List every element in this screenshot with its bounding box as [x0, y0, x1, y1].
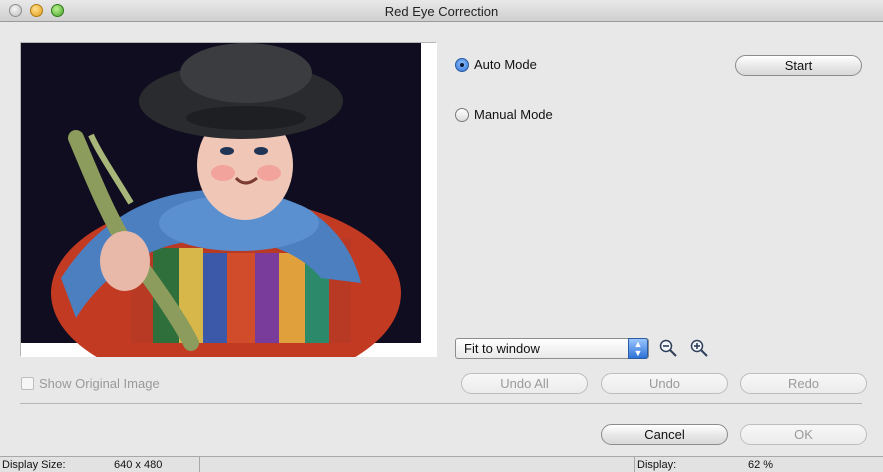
chevron-up-down-icon: ▲ ▼	[628, 338, 648, 359]
zoom-out-icon[interactable]	[658, 338, 680, 360]
status-divider	[634, 457, 635, 472]
zoom-in-icon[interactable]	[689, 338, 711, 360]
title-bar: Red Eye Correction	[0, 0, 883, 22]
show-original-checkbox	[21, 377, 34, 390]
divider	[20, 403, 862, 404]
cancel-button[interactable]: Cancel	[601, 424, 728, 445]
undo-all-button: Undo All	[461, 373, 588, 394]
window-title: Red Eye Correction	[384, 4, 499, 19]
show-original-option: Show Original Image	[21, 376, 160, 391]
undo-button: Undo	[601, 373, 728, 394]
auto-mode-radio[interactable]	[455, 57, 469, 72]
auto-mode-option[interactable]: Auto Mode	[455, 57, 537, 72]
zoom-select[interactable]: Fit to window ▲ ▼	[455, 338, 649, 359]
manual-mode-option[interactable]: Manual Mode	[455, 107, 553, 122]
redo-button: Redo	[740, 373, 867, 394]
status-bar: Display Size: 640 x 480 Display: 62 %	[0, 456, 883, 472]
display-size-label: Display Size:	[2, 459, 66, 471]
start-button[interactable]: Start	[735, 55, 862, 76]
display-label: Display:	[637, 459, 677, 471]
display-size-value: 640 x 480	[114, 459, 163, 471]
ok-button: OK	[740, 424, 867, 445]
photo-preview-image	[21, 43, 437, 357]
manual-mode-radio[interactable]	[455, 107, 469, 122]
display-zoom-value: 62 %	[748, 459, 774, 471]
image-preview[interactable]	[20, 42, 437, 357]
manual-mode-label: Manual Mode	[474, 107, 553, 122]
status-divider	[199, 457, 200, 472]
auto-mode-label: Auto Mode	[474, 57, 537, 72]
zoom-select-value: Fit to window	[464, 341, 540, 356]
show-original-label: Show Original Image	[39, 376, 160, 391]
